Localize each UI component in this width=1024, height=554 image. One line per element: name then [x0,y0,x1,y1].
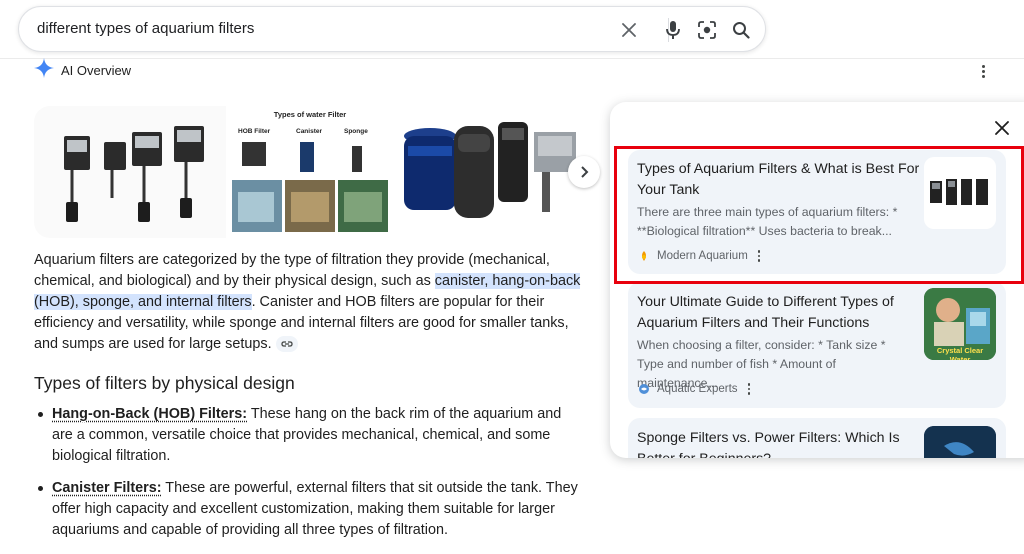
term-hob[interactable]: Hang-on-Back (HOB) Filters: [52,406,247,422]
clear-icon[interactable] [617,18,641,42]
term-canister[interactable]: Canister Filters: [52,480,162,496]
modern-aquarium-favicon-icon [637,249,651,263]
source-thumbnail [924,157,996,229]
close-icon [995,121,1009,135]
source-title[interactable]: Your Ultimate Guide to Different Types o… [637,292,921,334]
overview-paragraph: Aquarium filters are categorized by the … [34,250,586,355]
aquatic-experts-favicon-icon [637,382,651,396]
source-card-1[interactable]: Types of Aquarium Filters & What is Best… [628,150,1006,274]
list-item: Hang-on-Back (HOB) Filters: These hang o… [34,404,586,467]
lens-camera-icon[interactable] [695,18,719,42]
search-icon[interactable] [729,18,753,42]
filter-types-list: Hang-on-Back (HOB) Filters: These hang o… [34,404,586,552]
section-heading: Types of filters by physical design [34,373,295,393]
search-input[interactable]: different types of aquarium filters [37,20,254,37]
image-types-of-water-filter[interactable]: Types of water Filter HOB Filter Caniste… [230,106,390,238]
close-panel-button[interactable] [990,116,1014,140]
list-item: Canister Filters: These are powerful, ex… [34,478,586,541]
header-divider [0,58,1024,59]
source-name: Modern Aquarium [657,250,748,262]
source-site: Aquatic Experts [637,382,751,396]
image-hob-filters[interactable] [34,106,226,238]
source-thumbnail: Crystal Clear Water [924,288,996,360]
sparkle-icon [34,57,54,83]
citation-link-icon[interactable] [275,336,298,353]
ai-overview-header: AI Overview [34,57,132,83]
source-site: Modern Aquarium [637,249,761,263]
carousel-next-button[interactable] [568,156,600,188]
source-more-icon[interactable] [747,383,751,395]
image-canister-filters[interactable] [394,106,580,238]
source-card-3[interactable]: Sponge Filters vs. Power Filters: Which … [628,418,1006,458]
source-title[interactable]: Sponge Filters vs. Power Filters: Which … [637,428,921,458]
source-snippet: There are three main types of aquarium f… [637,205,898,238]
source-name: Aquatic Experts [657,383,738,395]
source-more-icon[interactable] [757,250,761,262]
image-carousel: Types of water Filter HOB Filter Caniste… [34,106,580,238]
search-bar[interactable]: different types of aquarium filters [18,6,766,52]
source-title[interactable]: Types of Aquarium Filters & What is Best… [637,159,921,201]
more-options-icon[interactable] [974,62,992,80]
microphone-icon[interactable] [661,18,685,42]
source-card-2[interactable]: Your Ultimate Guide to Different Types o… [628,282,1006,408]
source-thumbnail [924,426,996,458]
chevron-right-icon [581,166,589,178]
thumbnail-caption: Crystal Clear Water [936,346,984,360]
ai-overview-label: AI Overview [61,62,132,78]
sources-panel: Types of Aquarium Filters & What is Best… [610,102,1024,458]
